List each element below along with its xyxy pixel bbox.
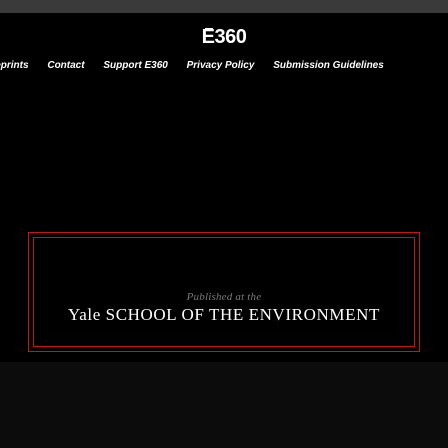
- nav-item-privacy[interactable]: Privacy Policy: [187, 60, 255, 71]
- published-label: Published at the: [186, 291, 262, 303]
- top-bar: [0, 0, 448, 13]
- nav-item-submission[interactable]: Submission Guidelines: [273, 60, 384, 71]
- logo-overbar: [205, 28, 213, 30]
- e360-logo[interactable]: E360: [0, 26, 448, 49]
- footer-nav: Reprints Contact Support E360 Privacy Po…: [0, 60, 448, 71]
- nav-item-contact[interactable]: Contact: [47, 60, 84, 71]
- yale-school-name[interactable]: Yale SCHOOL OF THE ENVIRONMENT: [0, 305, 448, 325]
- nav-item-support[interactable]: Support E360: [103, 60, 167, 71]
- nav-item-reprints[interactable]: Reprints: [0, 60, 29, 71]
- bottom-panel: [0, 362, 448, 448]
